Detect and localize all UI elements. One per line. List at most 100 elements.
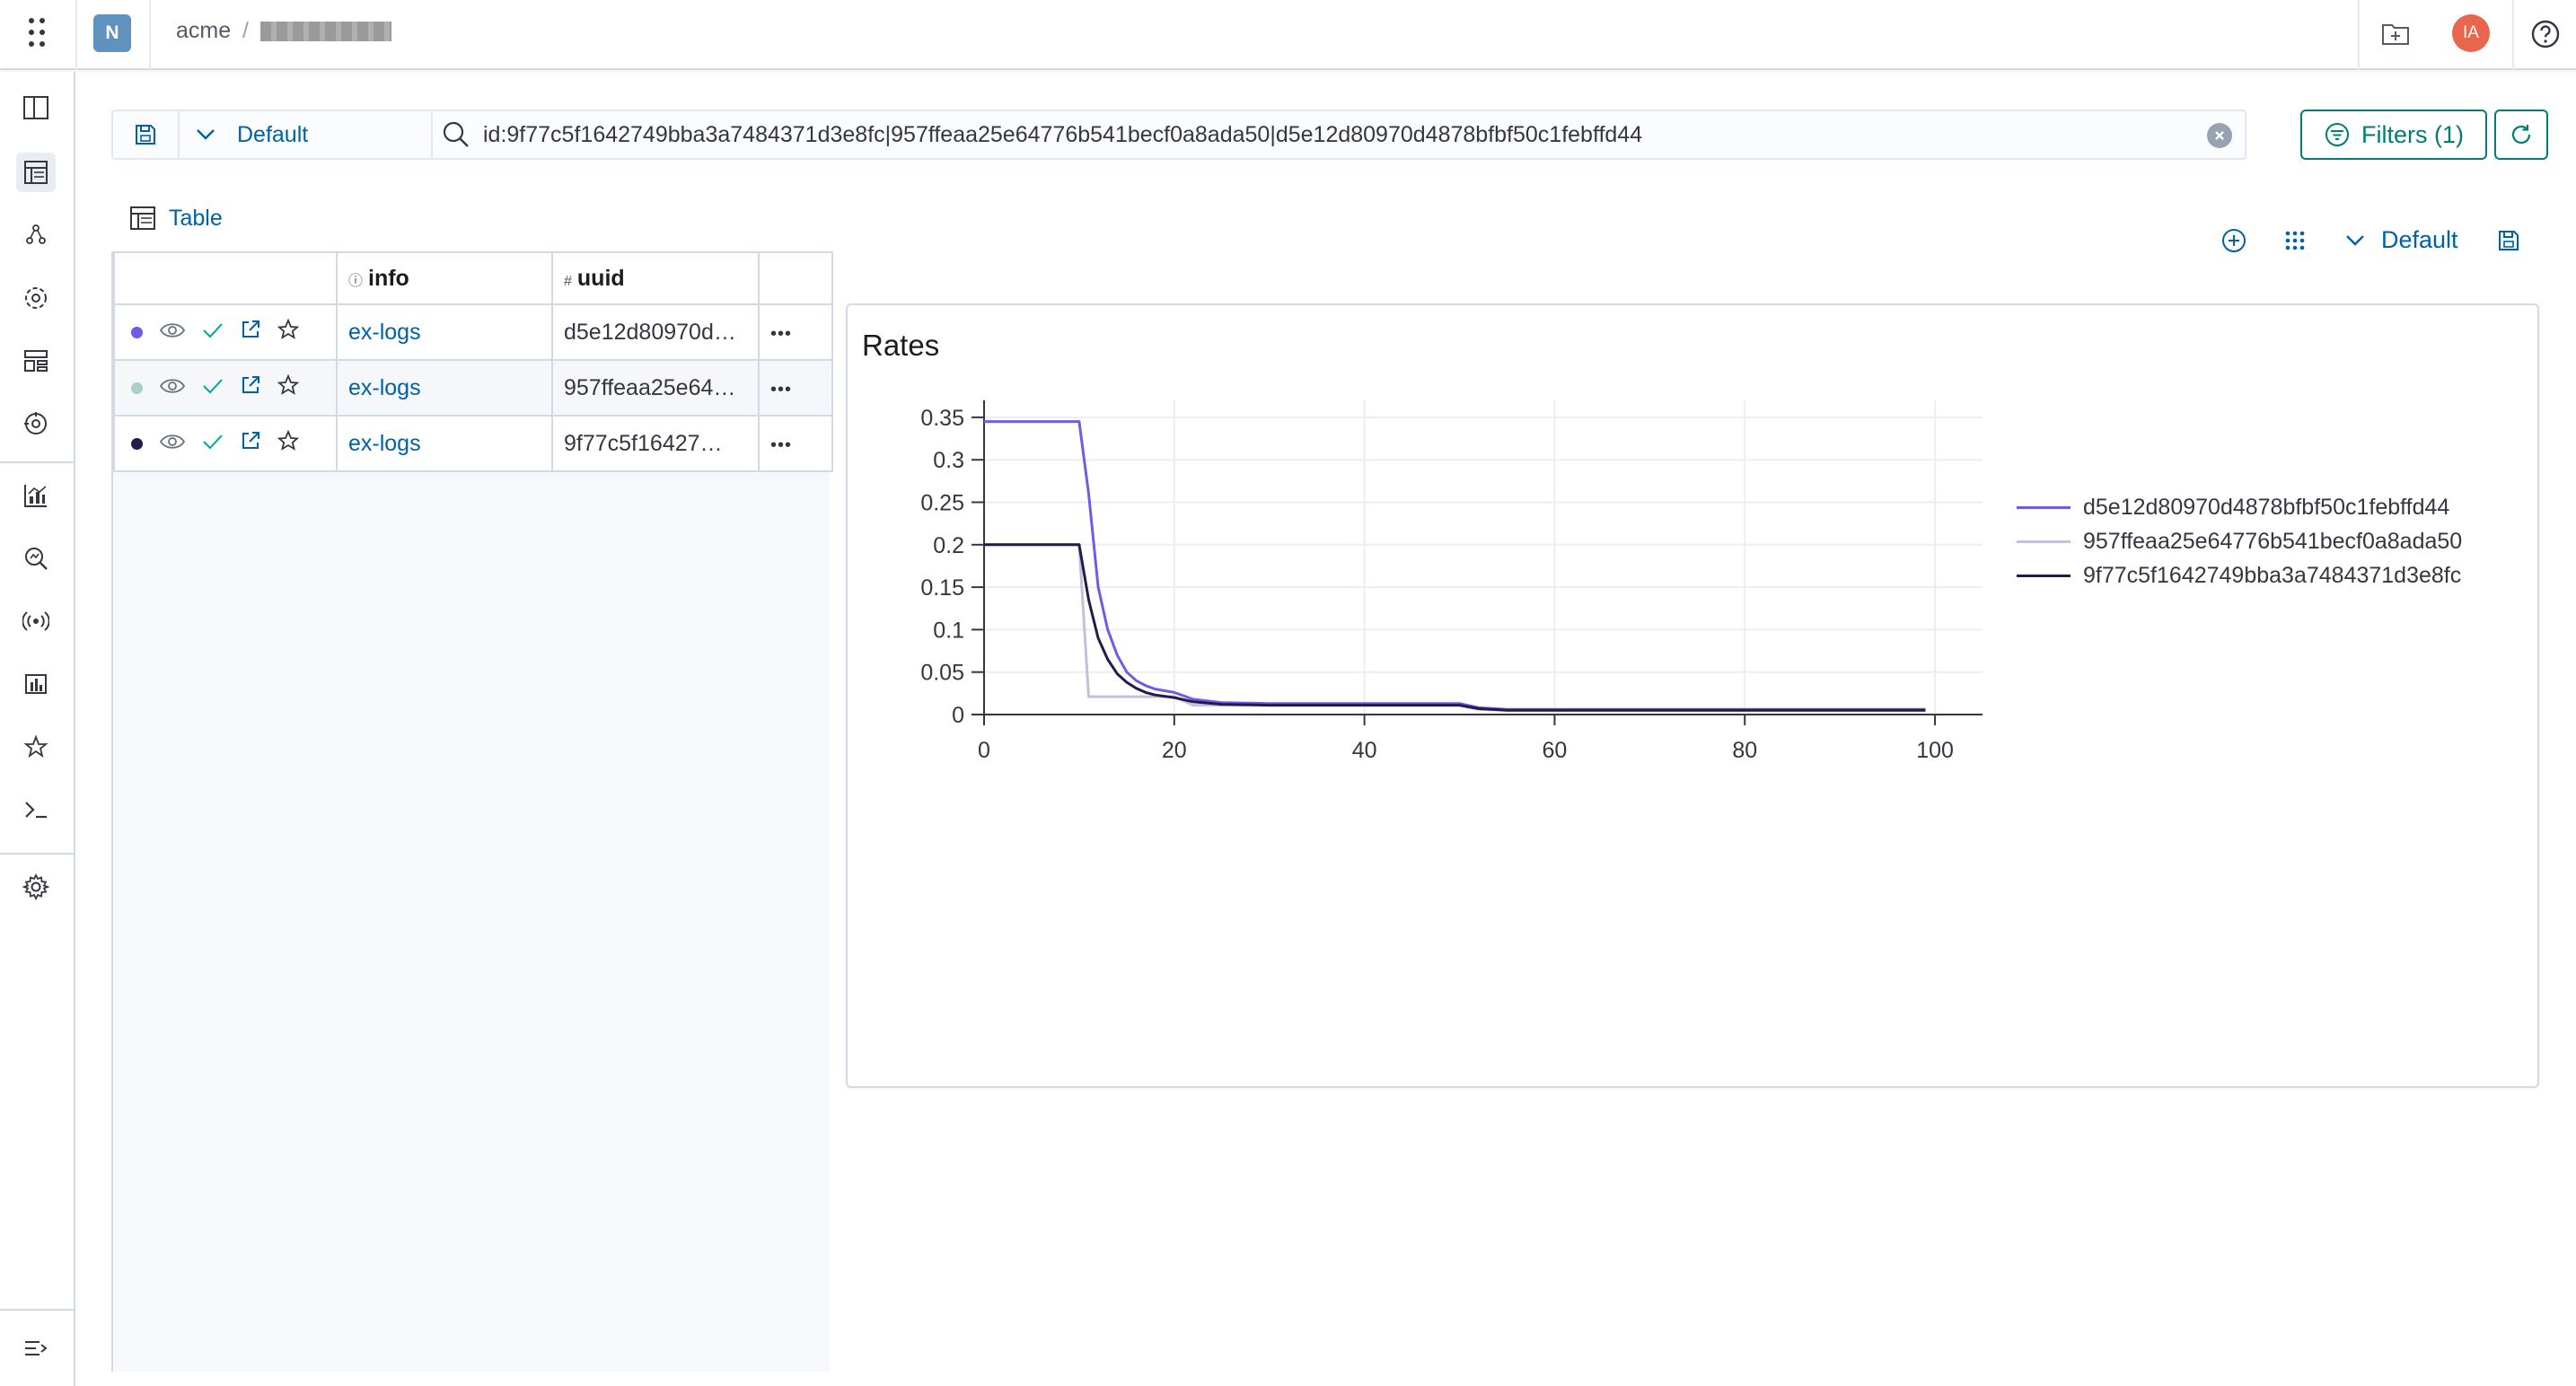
nav-divider	[0, 853, 74, 855]
more-actions-icon[interactable]: •••	[770, 435, 792, 455]
table-tab[interactable]: Table	[129, 205, 223, 232]
row-controls	[113, 415, 338, 472]
broadcast-icon[interactable]	[16, 601, 56, 641]
x-tick-label: 80	[1732, 738, 1757, 763]
collapse-nav-icon[interactable]	[16, 1329, 56, 1368]
target-icon[interactable]	[16, 404, 56, 443]
panel-layout-selector[interactable]: Default	[2345, 226, 2458, 254]
save-layout-icon[interactable]	[2491, 223, 2527, 259]
chart-panel: Rates 0 0.05 0.1 0.15 0.2 0.25 0.3 0.35 0 20 40 60 8…	[846, 303, 2539, 1088]
column-header-info[interactable]: ⓘ info	[336, 251, 553, 305]
table-row[interactable]: ex-logs 957ffeaa25e64… •••	[113, 359, 833, 417]
legend-item[interactable]: 9f77c5f1642749bba3a7484371d3e8fc	[2017, 558, 2462, 592]
table-tab-label: Table	[169, 205, 223, 231]
external-link-icon[interactable]	[240, 319, 261, 346]
breadcrumb-redacted-project[interactable]	[260, 22, 391, 41]
eye-icon[interactable]	[159, 375, 186, 401]
breadcrumb-org[interactable]: acme	[176, 18, 231, 44]
star-icon[interactable]	[16, 727, 56, 767]
filters-label: Filters (1)	[2361, 120, 2464, 148]
legend-label: 957ffeaa25e64776b541becf0a8ada50	[2083, 528, 2463, 554]
table-row[interactable]: ex-logs 9f77c5f16427… •••	[113, 415, 833, 472]
x-tick-label: 100	[1916, 738, 1954, 763]
add-panel-icon[interactable]	[2216, 223, 2252, 259]
filters-button[interactable]: Filters (1)	[2300, 110, 2487, 160]
legend-label: d5e12d80970d4878bfbf50c1febffd44	[2083, 494, 2450, 520]
check-icon[interactable]	[202, 320, 224, 346]
filter-icon	[2325, 123, 2349, 146]
series-line-0	[984, 420, 1926, 711]
run-color-dot[interactable]	[131, 382, 143, 394]
actions-column-header	[758, 251, 833, 305]
line-chart[interactable]: 0 0.05 0.1 0.15 0.2 0.25 0.3 0.35 0 20 40 60 80 100	[848, 305, 2537, 1086]
clear-search-icon[interactable]	[2207, 123, 2232, 148]
space-avatar[interactable]: N	[93, 14, 131, 52]
series-line-2	[984, 543, 1926, 712]
graph-nodes-icon[interactable]	[16, 215, 56, 255]
external-link-icon[interactable]	[240, 374, 261, 402]
experiments-icon[interactable]	[16, 278, 56, 318]
row-controls	[113, 359, 338, 417]
search-input[interactable]: id:9f77c5f1642749bba3a7484371d3e8fc|957f…	[483, 122, 1642, 148]
hash-icon: #	[564, 273, 572, 289]
table-row[interactable]: ex-logs d5e12d80970d… •••	[113, 303, 833, 361]
gear-icon[interactable]	[16, 867, 56, 907]
y-tick-label: 0.05	[920, 661, 964, 686]
run-name-link[interactable]: ex-logs	[348, 375, 421, 400]
save-query-button[interactable]	[113, 111, 180, 158]
row-actions-cell[interactable]: •••	[758, 359, 833, 417]
refresh-button[interactable]	[2494, 110, 2548, 160]
table-icon[interactable]	[16, 153, 56, 192]
eye-icon[interactable]	[159, 431, 186, 457]
series-line-1	[984, 543, 1926, 712]
user-avatar[interactable]: IA	[2452, 14, 2490, 52]
run-name-link[interactable]: ex-logs	[348, 431, 421, 456]
info-cell[interactable]: ex-logs	[336, 303, 553, 361]
row-actions-cell[interactable]: •••	[758, 303, 833, 361]
legend-swatch	[2017, 574, 2070, 577]
star-icon[interactable]	[277, 373, 300, 402]
info-cell[interactable]: ex-logs	[336, 359, 553, 417]
header-divider	[2512, 0, 2514, 70]
search-icon	[443, 121, 469, 147]
legend-item[interactable]: 957ffeaa25e64776b541becf0a8ada50	[2017, 524, 2462, 558]
star-icon[interactable]	[277, 318, 300, 346]
runs-table: ⓘ info # uuid ex-logs d5e12d80970d… ••• ex-lo…	[113, 251, 833, 472]
app-menu-icon[interactable]	[20, 16, 52, 48]
dashboard-layout-icon[interactable]	[16, 341, 56, 381]
more-actions-icon[interactable]: •••	[770, 380, 792, 399]
y-tick-label: 0.1	[933, 618, 964, 643]
star-icon[interactable]	[277, 429, 300, 458]
saved-query-label: Default	[237, 121, 309, 147]
refresh-icon	[2511, 125, 2531, 145]
run-color-dot[interactable]	[131, 437, 143, 450]
check-icon[interactable]	[202, 375, 224, 401]
save-icon	[136, 125, 155, 145]
run-name-link[interactable]: ex-logs	[348, 320, 421, 345]
help-icon[interactable]	[2528, 16, 2563, 52]
x-tick-label: 60	[1543, 738, 1568, 763]
layout-panel-icon[interactable]	[16, 88, 56, 127]
check-icon[interactable]	[202, 431, 224, 457]
legend-item[interactable]: d5e12d80970d4878bfbf50c1febffd44	[2017, 490, 2462, 524]
x-tick-label: 20	[1162, 738, 1187, 763]
chevron-down-icon	[2346, 234, 2364, 246]
more-actions-icon[interactable]: •••	[770, 324, 792, 344]
x-tick-label: 0	[978, 738, 990, 763]
legend-swatch	[2017, 539, 2070, 543]
eye-icon[interactable]	[159, 320, 186, 346]
reports-icon[interactable]	[16, 664, 56, 704]
folder-plus-icon[interactable]	[2378, 16, 2413, 52]
chart-icon[interactable]	[16, 476, 56, 515]
column-header-uuid[interactable]: # uuid	[551, 251, 760, 305]
info-cell[interactable]: ex-logs	[336, 415, 553, 472]
row-actions-cell[interactable]: •••	[758, 415, 833, 472]
controls-column-header	[113, 251, 338, 305]
search-inspect-icon[interactable]	[16, 539, 56, 578]
legend-swatch	[2017, 505, 2070, 509]
saved-query-selector[interactable]: Default	[180, 111, 433, 158]
external-link-icon[interactable]	[240, 430, 261, 458]
grid-layout-icon[interactable]	[2277, 223, 2313, 259]
run-color-dot[interactable]	[131, 326, 143, 338]
terminal-icon[interactable]	[16, 790, 56, 829]
